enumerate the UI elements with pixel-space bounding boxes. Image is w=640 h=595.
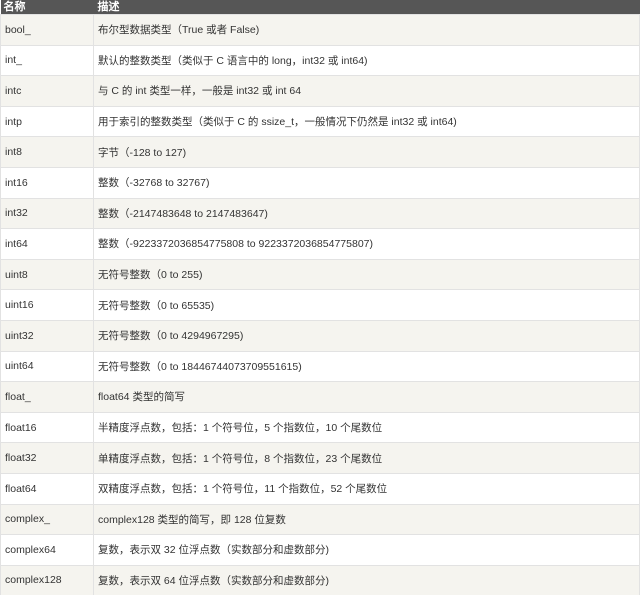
description-cell: 双精度浮点数，包括：1 个符号位，11 个指数位，52 个尾数位 xyxy=(93,472,640,504)
table-row: uint8 无符号整数（0 to 255) xyxy=(0,258,640,290)
type-name-cell: float64 xyxy=(0,472,94,504)
table-row: int8 字节（-128 to 127) xyxy=(0,136,640,168)
table-row: complex_ complex128 类型的简写，即 128 位复数 xyxy=(0,503,640,535)
type-name-cell: int_ xyxy=(0,44,94,76)
description-cell: 无符号整数（0 to 65535) xyxy=(93,289,640,321)
table-row: float16 半精度浮点数，包括：1 个符号位，5 个指数位，10 个尾数位 xyxy=(0,411,640,443)
type-name-cell: int16 xyxy=(0,166,94,199)
description-cell: 布尔型数据类型（True 或者 False) xyxy=(93,14,640,46)
type-name-cell: uint8 xyxy=(0,258,94,290)
table-row: float_ float64 类型的简写 xyxy=(0,381,640,413)
table-row: uint16 无符号整数（0 to 65535) xyxy=(0,289,640,321)
description-cell: 复数，表示双 64 位浮点数（实数部分和虚数部分) xyxy=(93,564,640,595)
table-row: int64 整数（-9223372036854775808 to 92233720… xyxy=(0,228,640,260)
description-cell: 复数，表示双 32 位浮点数（实数部分和虚数部分) xyxy=(93,534,640,566)
type-name-cell: int64 xyxy=(0,228,94,260)
description-cell: 默认的整数类型（类似于 C 语言中的 long，int32 或 int64) xyxy=(93,44,640,76)
type-name-cell: int32 xyxy=(0,197,94,229)
table-row: complex128 复数，表示双 64 位浮点数（实数部分和虚数部分) xyxy=(0,564,640,595)
table-row: intc 与 C 的 int 类型一样，一般是 int32 或 int 64 xyxy=(0,75,640,107)
table-row: bool_ 布尔型数据类型（True 或者 False) xyxy=(0,14,640,46)
description-cell: 字节（-128 to 127) xyxy=(93,136,640,168)
table-row: float64 双精度浮点数，包括：1 个符号位，11 个指数位，52 个尾数位 xyxy=(0,472,640,504)
type-name-cell: float32 xyxy=(0,442,94,474)
type-name-cell: float16 xyxy=(0,411,94,443)
type-name-cell: intc xyxy=(0,75,94,107)
type-name-cell: float_ xyxy=(0,381,94,413)
table-row: uint64 无符号整数（0 to 18446744073709551615) xyxy=(0,350,640,382)
description-cell: 无符号整数（0 to 18446744073709551615) xyxy=(93,350,640,382)
header-row: 名称 描述 xyxy=(0,0,640,15)
table-row: int_ 默认的整数类型（类似于 C 语言中的 long，int32 或 int6… xyxy=(0,44,640,76)
description-cell: 无符号整数（0 to 255) xyxy=(93,258,640,290)
type-name-cell: uint64 xyxy=(0,350,94,382)
table-row: int16 整数（-32768 to 32767) xyxy=(0,166,640,199)
table-row: uint32 无符号整数（0 to 4294967295) xyxy=(0,319,640,352)
type-name-cell: int8 xyxy=(0,136,94,168)
type-name-cell: complex64 xyxy=(0,534,94,566)
table-row: complex64 复数，表示双 32 位浮点数（实数部分和虚数部分) xyxy=(0,534,640,566)
table-row: intp 用于索引的整数类型（类似于 C 的 ssize_t，一般情况下仍然是 i… xyxy=(0,105,640,137)
dtype-table: 名称 描述 bool_ 布尔型数据类型（True 或者 False) int_ 默认的… xyxy=(0,0,640,595)
description-cell: 整数（-9223372036854775808 to 9223372036854… xyxy=(93,228,640,260)
description-cell: 整数（-2147483648 to 2147483647) xyxy=(93,197,640,229)
description-cell: 无符号整数（0 to 4294967295) xyxy=(93,319,640,352)
type-name-cell: complex_ xyxy=(0,503,94,535)
description-cell: 整数（-32768 to 32767) xyxy=(93,166,640,199)
type-name-cell: bool_ xyxy=(0,14,94,46)
header-name: 名称 xyxy=(0,0,94,15)
type-name-cell: uint16 xyxy=(0,289,94,321)
description-cell: 单精度浮点数，包括：1 个符号位，8 个指数位，23 个尾数位 xyxy=(93,442,640,474)
type-name-cell: intp xyxy=(0,105,94,137)
description-cell: 与 C 的 int 类型一样，一般是 int32 或 int 64 xyxy=(93,75,640,107)
description-cell: float64 类型的简写 xyxy=(93,381,640,413)
table-row: int32 整数（-2147483648 to 2147483647) xyxy=(0,197,640,229)
header-description: 描述 xyxy=(93,0,640,15)
description-cell: complex128 类型的简写，即 128 位复数 xyxy=(93,503,640,535)
description-cell: 用于索引的整数类型（类似于 C 的 ssize_t，一般情况下仍然是 int32… xyxy=(93,105,640,137)
type-name-cell: complex128 xyxy=(0,564,94,595)
description-cell: 半精度浮点数，包括：1 个符号位，5 个指数位，10 个尾数位 xyxy=(93,411,640,443)
table-row: float32 单精度浮点数，包括：1 个符号位，8 个指数位，23 个尾数位 xyxy=(0,442,640,474)
type-name-cell: uint32 xyxy=(0,319,94,352)
